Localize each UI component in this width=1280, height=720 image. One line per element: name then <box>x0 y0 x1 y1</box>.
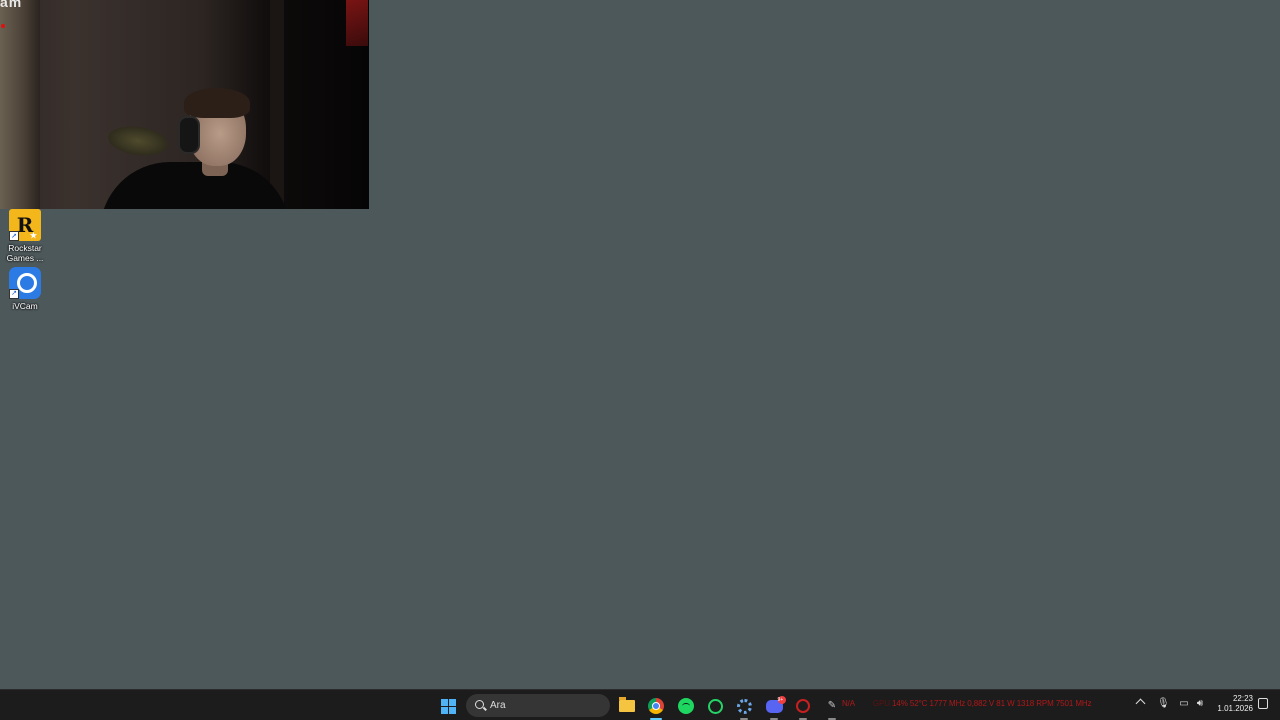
headphone-icon <box>178 116 200 154</box>
desktop-icon-label: Rockstar Games ... <box>6 243 44 263</box>
webcam-person-hair <box>184 88 250 118</box>
taskbar-search-box[interactable]: Ara <box>466 694 610 717</box>
taskbar-gear-app[interactable] <box>733 695 755 720</box>
search-icon <box>475 700 484 709</box>
desktop-icon-ivcam[interactable]: ↗ iVCam <box>0 267 50 311</box>
taskbar-file-explorer[interactable] <box>616 695 638 717</box>
microphone-icon[interactable]: 🎙︎ <box>1157 698 1170 710</box>
hw-gpu-power: 81 W <box>996 699 1015 708</box>
hw-prefix: N/A <box>842 699 855 708</box>
clock-time: 22:23 <box>1232 694 1253 703</box>
webcam-overlay-text: am <box>0 0 23 10</box>
hw-fan-rpm: 1318 RPM <box>1016 699 1054 708</box>
folder-icon <box>619 697 635 712</box>
shortcut-arrow-icon: ↗ <box>9 231 19 241</box>
webcam-person-body <box>100 162 290 209</box>
search-placeholder: Ara <box>490 700 506 711</box>
notification-center-icon[interactable] <box>1258 698 1268 709</box>
hw-gpu-label: GPU <box>872 699 890 708</box>
hw-mem-clock: 7501 MHz <box>1055 699 1092 708</box>
hw-gpu-temp: 52°C <box>909 699 928 708</box>
hw-gpu-clock: 1777 MHz <box>929 699 966 708</box>
desktop-icon-label: iVCam <box>12 301 38 311</box>
show-hidden-icons-chevron-icon[interactable] <box>1135 698 1146 709</box>
ivcam-icon: ↗ <box>9 267 41 299</box>
desktop-icon-rockstar-games[interactable]: R ★ ↗ Rockstar Games ... <box>0 209 50 263</box>
shortcut-arrow-icon: ↗ <box>9 289 19 299</box>
network-icon[interactable]: ▭ <box>1178 698 1190 710</box>
taskbar-discord[interactable]: 9+ <box>763 695 786 720</box>
hw-gpu-voltage: 0,882 V <box>967 699 995 708</box>
webcam-overlay: am <box>0 0 369 209</box>
whatsapp-icon <box>707 698 723 714</box>
clock-date: 1.01.2026 <box>1217 704 1253 713</box>
hw-gpu-usage: 14% <box>892 699 908 708</box>
taskbar: Ara 9+ ✎ N/A GPU 14% 52°C 1777 MHz 0,882 <box>0 689 1280 720</box>
start-button[interactable] <box>437 695 459 717</box>
discord-icon: 9+ <box>765 695 786 713</box>
rockstar-games-icon: R ★ ↗ <box>9 209 41 241</box>
volume-icon[interactable]: 🔊︎ <box>1194 698 1206 710</box>
webcam-door <box>0 0 40 209</box>
taskbar-whatsapp[interactable] <box>704 695 726 717</box>
webcam-cymbal <box>106 122 170 160</box>
webcam-red-light <box>346 0 368 46</box>
webcam-door-frame <box>270 0 284 209</box>
taskbar-clock[interactable]: 22:23 1.01.2026 <box>1215 694 1253 714</box>
chrome-icon <box>648 698 664 714</box>
taskbar-chrome[interactable] <box>645 695 667 720</box>
gear-icon <box>736 698 752 714</box>
notification-badge: 9+ <box>777 695 786 704</box>
windows-start-icon <box>440 698 456 714</box>
taskbar-spotify[interactable] <box>675 695 697 717</box>
hardware-monitor-overlay: N/A GPU 14% 52°C 1777 MHz 0,882 V 81 W 1… <box>790 699 1092 708</box>
spotify-icon <box>678 698 694 714</box>
recording-dot-icon <box>1 24 5 28</box>
